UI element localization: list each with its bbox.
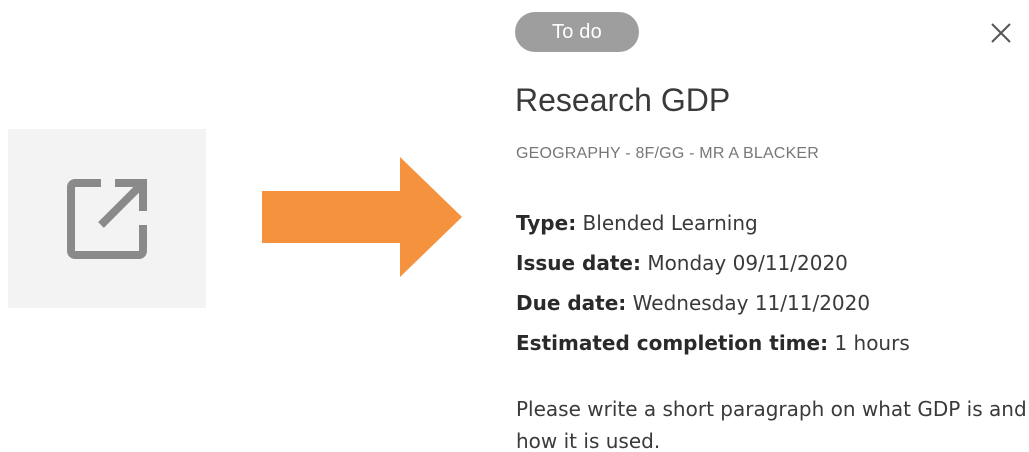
detail-value: 1 hours bbox=[834, 331, 910, 355]
detail-type: Type: Blended Learning bbox=[516, 207, 910, 247]
canvas: To do Research GDP GEOGRAPHY - 8F/GG - M… bbox=[0, 0, 1029, 452]
task-subtitle: GEOGRAPHY - 8F/GG - MR A BLACKER bbox=[516, 145, 820, 162]
detail-value: Monday 09/11/2020 bbox=[647, 251, 848, 275]
detail-issue-date: Issue date: Monday 09/11/2020 bbox=[516, 247, 910, 287]
task-title: Research GDP bbox=[515, 82, 731, 118]
status-badge: To do bbox=[515, 12, 639, 52]
task-description: Please write a short paragraph on what G… bbox=[516, 397, 1027, 452]
close-button[interactable] bbox=[985, 17, 1017, 49]
detail-estimated-time: Estimated completion time: 1 hours bbox=[516, 327, 910, 367]
open-in-new-icon bbox=[67, 178, 147, 259]
task-details: Type: Blended Learning Issue date: Monda… bbox=[516, 207, 910, 367]
detail-label: Type: bbox=[516, 211, 577, 235]
open-external-button[interactable] bbox=[8, 129, 206, 308]
detail-value: Blended Learning bbox=[582, 211, 758, 235]
detail-label: Issue date: bbox=[516, 251, 641, 275]
detail-label: Due date: bbox=[516, 291, 627, 315]
detail-value: Wednesday 11/11/2020 bbox=[632, 291, 871, 315]
arrow-right-icon bbox=[262, 157, 462, 277]
detail-label: Estimated completion time: bbox=[516, 331, 829, 355]
close-icon bbox=[991, 23, 1011, 43]
detail-due-date: Due date: Wednesday 11/11/2020 bbox=[516, 287, 910, 327]
